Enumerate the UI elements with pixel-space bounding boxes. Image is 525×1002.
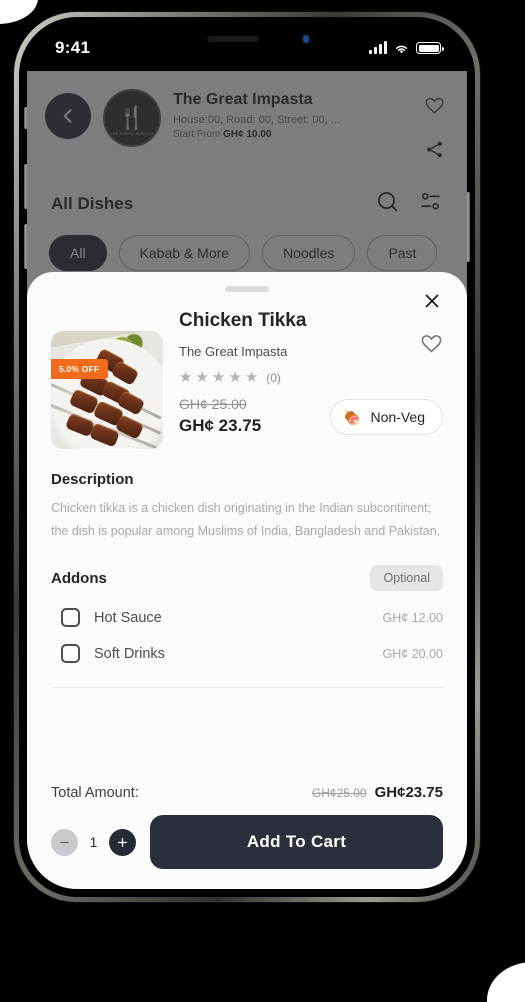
diet-type-badge: 🍖 Non-Veg bbox=[330, 399, 443, 435]
dish-price-original: GH¢ 25.00 bbox=[179, 396, 314, 412]
phone-frame: 9:41 bbox=[14, 12, 480, 902]
phone-screen: 9:41 bbox=[27, 25, 467, 889]
cellular-signal-icon bbox=[369, 42, 387, 54]
addon-left: Soft Drinks bbox=[61, 644, 165, 663]
diet-type-label: Non-Veg bbox=[371, 409, 425, 425]
discount-badge: 5.0% OFF bbox=[51, 359, 108, 379]
rating-count: (0) bbox=[266, 371, 281, 385]
plus-icon bbox=[116, 836, 129, 849]
addons-header: Addons Optional bbox=[51, 565, 443, 591]
footer-divider bbox=[51, 687, 443, 688]
dish-image: 5.0% OFF bbox=[51, 331, 163, 449]
dish-side-actions: 🍖 Non-Veg bbox=[330, 308, 443, 449]
optional-badge: Optional bbox=[370, 565, 443, 591]
star-icon: ★ bbox=[228, 370, 241, 385]
dish-info: Chicken Tikka The Great Impasta ★ ★ ★ ★ … bbox=[179, 308, 314, 449]
addon-checkbox[interactable] bbox=[61, 644, 80, 663]
addon-row[interactable]: Hot Sauce GH¢ 12.00 bbox=[51, 608, 443, 627]
add-to-cart-button[interactable]: Add To Cart bbox=[150, 815, 443, 869]
addon-name: Soft Drinks bbox=[94, 646, 165, 662]
total-original: GH¢25.00 bbox=[312, 786, 367, 800]
star-icon: ★ bbox=[195, 370, 208, 385]
favorite-dish-button[interactable] bbox=[420, 332, 443, 360]
battery-icon bbox=[416, 42, 441, 54]
quantity-value: 1 bbox=[88, 834, 99, 850]
addon-row[interactable]: Soft Drinks GH¢ 20.00 bbox=[51, 644, 443, 663]
description-section: Description Chicken tikka is a chicken d… bbox=[51, 471, 443, 543]
dish-restaurant-name: The Great Impasta bbox=[179, 343, 299, 362]
dish-price-discounted: GH¢ 23.75 bbox=[179, 416, 314, 436]
action-row: 1 Add To Cart bbox=[27, 801, 467, 889]
addon-name: Hot Sauce bbox=[94, 610, 162, 626]
front-camera bbox=[300, 33, 313, 46]
description-text: Chicken tikka is a chicken dish originat… bbox=[51, 497, 443, 543]
dish-detail-sheet: 5.0% OFF Chicken Tikka The Great Impasta… bbox=[27, 272, 467, 889]
addon-left: Hot Sauce bbox=[61, 608, 162, 627]
close-sheet-button[interactable] bbox=[421, 290, 445, 314]
addon-price: GH¢ 12.00 bbox=[383, 611, 443, 625]
quantity-decrease-button[interactable] bbox=[51, 829, 78, 856]
star-icon: ★ bbox=[245, 370, 258, 385]
minus-icon bbox=[58, 836, 71, 849]
total-discounted: GH¢23.75 bbox=[375, 784, 443, 801]
addon-price: GH¢ 20.00 bbox=[383, 647, 443, 661]
wifi-icon bbox=[393, 42, 410, 55]
decorative-corner-top-left bbox=[0, 0, 38, 24]
status-bar: 9:41 bbox=[27, 25, 467, 71]
addon-checkbox[interactable] bbox=[61, 608, 80, 627]
sheet-content: 5.0% OFF Chicken Tikka The Great Impasta… bbox=[27, 292, 467, 767]
meat-on-bone-icon: 🍖 bbox=[343, 410, 362, 425]
total-values: GH¢25.00 GH¢23.75 bbox=[312, 784, 443, 801]
phone-bezel: 9:41 bbox=[19, 17, 475, 897]
dish-summary: 5.0% OFF Chicken Tikka The Great Impasta… bbox=[51, 308, 443, 449]
star-icon: ★ bbox=[179, 370, 192, 385]
heart-outline-icon bbox=[420, 332, 443, 355]
notch bbox=[161, 25, 333, 56]
addons-heading: Addons bbox=[51, 570, 107, 587]
star-icon: ★ bbox=[212, 370, 225, 385]
dish-title: Chicken Tikka bbox=[179, 308, 314, 334]
status-icons bbox=[369, 42, 441, 55]
quantity-increase-button[interactable] bbox=[109, 829, 136, 856]
dish-rating: ★ ★ ★ ★ ★ (0) bbox=[179, 370, 314, 385]
total-row: Total Amount: GH¢25.00 GH¢23.75 bbox=[27, 767, 467, 801]
earpiece-speaker bbox=[207, 36, 259, 42]
quantity-stepper: 1 bbox=[51, 829, 136, 856]
description-heading: Description bbox=[51, 471, 443, 488]
decorative-corner-bottom-right bbox=[487, 962, 525, 1002]
total-label: Total Amount: bbox=[51, 785, 139, 801]
status-time: 9:41 bbox=[55, 38, 90, 58]
close-x-icon bbox=[421, 290, 443, 312]
